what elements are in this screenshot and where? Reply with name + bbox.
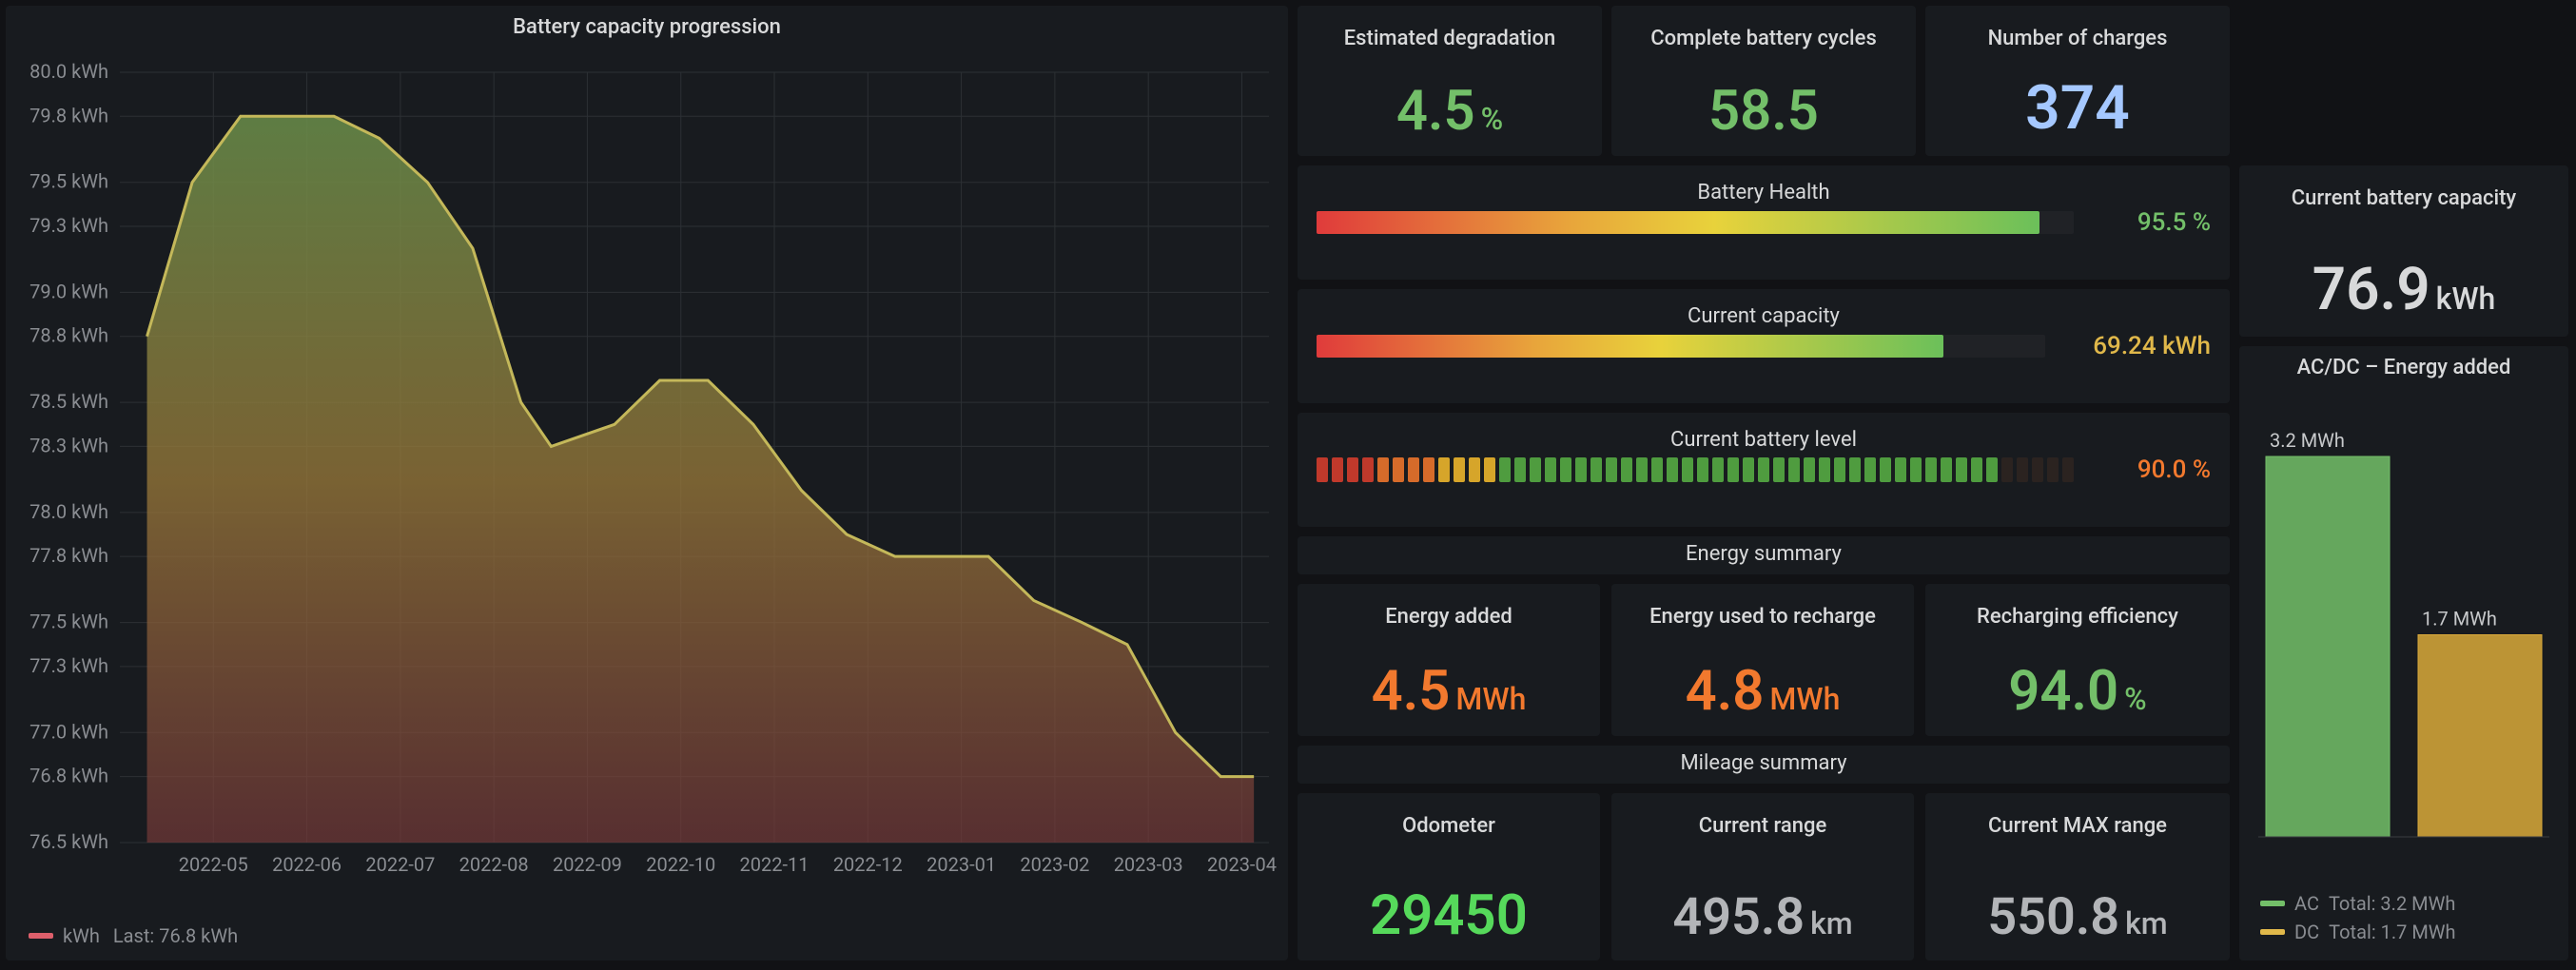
stat-title: Current battery capacity [2292, 177, 2516, 210]
panel-energy-summary-header: Energy summary [1298, 536, 2230, 574]
panel-charges[interactable]: Number of charges 374 [1925, 6, 2230, 156]
legend-swatch [29, 933, 53, 939]
legend-swatch-dc [2260, 929, 2285, 935]
stat-value: 4.5MWh [1372, 664, 1527, 719]
battery-progression-chart: 80.0 kWh 79.8 kWh 79.5 kWh 79.3 kWh 79.0 kWh… [6, 53, 1288, 900]
chart-legend: kWh Last: 76.8 kWh [29, 924, 238, 947]
stat-value: 58.5 [1708, 84, 1819, 139]
svg-text:76.8 kWh: 76.8 kWh [29, 765, 108, 787]
panel-max-range[interactable]: Current MAX range 550.8km [1925, 793, 2230, 960]
svg-text:79.0 kWh: 79.0 kWh [29, 280, 108, 302]
svg-text:78.0 kWh: 78.0 kWh [29, 500, 108, 523]
svg-text:2023-01: 2023-01 [927, 853, 996, 876]
svg-text:2023-02: 2023-02 [1020, 853, 1089, 876]
svg-text:3.2 MWh: 3.2 MWh [2270, 429, 2345, 452]
svg-text:2022-06: 2022-06 [272, 853, 342, 876]
stat-title: Odometer [1402, 805, 1495, 838]
svg-text:2022-12: 2022-12 [833, 853, 903, 876]
stat-title: Complete battery cycles [1650, 17, 1877, 50]
gauge-value: 90.0 % [2097, 456, 2211, 484]
panel-title: AC/DC – Energy added [2239, 346, 2568, 379]
panel-current-range[interactable]: Current range 495.8km [1611, 793, 1914, 960]
gauge-value: 95.5 % [2097, 208, 2211, 237]
svg-text:2022-11: 2022-11 [740, 853, 810, 876]
svg-text:79.5 kWh: 79.5 kWh [29, 170, 108, 193]
gauge-fill [1317, 211, 2039, 234]
dashboard: Battery capacity progression 80.0 kWh 79.… [0, 0, 2576, 970]
svg-text:2022-09: 2022-09 [553, 853, 622, 876]
legend-series-name: kWh [63, 924, 100, 947]
panel-energy-used[interactable]: Energy used to recharge 4.8MWh [1611, 584, 1914, 736]
panel-current-capacity-gauge[interactable]: Current capacity 69.24 kWh [1298, 289, 2230, 403]
svg-text:78.3 kWh: 78.3 kWh [29, 434, 108, 456]
gauge-fill [1317, 335, 1943, 358]
svg-text:2022-05: 2022-05 [179, 853, 248, 876]
panel-battery-health[interactable]: Battery Health 95.5 % [1298, 165, 2230, 280]
section-title: Energy summary [1298, 536, 2230, 570]
stat-value: 29450 [1370, 888, 1528, 943]
panel-cycles[interactable]: Complete battery cycles 58.5 [1611, 6, 1916, 156]
stat-title: Number of charges [1988, 17, 2168, 50]
panel-degradation[interactable]: Estimated degradation 4.5% [1298, 6, 1602, 156]
stat-title: Recharging efficiency [1977, 595, 2178, 629]
panel-current-capacity[interactable]: Current battery capacity 76.9kWh [2239, 165, 2568, 337]
svg-text:78.8 kWh: 78.8 kWh [29, 324, 108, 347]
stat-value: 374 [2025, 78, 2130, 139]
gauge-title: Current capacity [1317, 297, 2211, 332]
svg-text:79.3 kWh: 79.3 kWh [29, 214, 108, 237]
panel-battery-level[interactable]: Current battery level 90.0 % [1298, 413, 2230, 527]
svg-text:2022-08: 2022-08 [459, 853, 529, 876]
svg-text:77.0 kWh: 77.0 kWh [29, 720, 108, 743]
svg-text:77.5 kWh: 77.5 kWh [29, 611, 108, 633]
gauge-track [1317, 211, 2074, 234]
svg-text:2022-10: 2022-10 [646, 853, 715, 876]
stat-title: Current MAX range [1988, 805, 2167, 838]
stat-title: Energy added [1385, 595, 1512, 629]
legend-swatch-ac [2260, 901, 2285, 906]
stat-title: Current range [1699, 805, 1827, 838]
svg-text:2022-07: 2022-07 [365, 853, 435, 876]
section-title: Mileage summary [1298, 746, 2230, 779]
gauge-track [1317, 335, 2045, 358]
stat-value: 495.8km [1672, 892, 1852, 943]
panel-acdc-energy[interactable]: AC/DC – Energy added 3.2 MWh 1.7 MWh AC T… [2239, 346, 2568, 960]
panel-energy-added[interactable]: Energy added 4.5MWh [1298, 584, 1600, 736]
svg-text:76.5 kWh: 76.5 kWh [29, 830, 108, 853]
stat-value: 94.0% [2008, 664, 2146, 719]
gauge-title: Battery Health [1317, 173, 2211, 208]
panel-battery-progression[interactable]: Battery capacity progression 80.0 kWh 79.… [6, 6, 1288, 960]
legend-series-stat: Last: 76.8 kWh [113, 924, 238, 947]
svg-text:77.8 kWh: 77.8 kWh [29, 544, 108, 567]
stat-value: 76.9kWh [2313, 261, 2496, 320]
gauge-value: 69.24 kWh [2068, 332, 2211, 360]
acdc-bar-chart: 3.2 MWh 1.7 MWh [2239, 399, 2568, 856]
gauge-title: Current battery level [1317, 420, 2211, 456]
svg-text:1.7 MWh: 1.7 MWh [2422, 608, 2497, 630]
stat-value: 550.8km [1987, 892, 2167, 943]
svg-text:79.8 kWh: 79.8 kWh [29, 104, 108, 126]
stat-value: 4.5% [1396, 84, 1503, 139]
panel-recharge-efficiency[interactable]: Recharging efficiency 94.0% [1925, 584, 2230, 736]
panel-odometer[interactable]: Odometer 29450 [1298, 793, 1600, 960]
stat-value: 4.8MWh [1686, 664, 1841, 719]
svg-text:80.0 kWh: 80.0 kWh [29, 60, 108, 83]
gauge-segments [1317, 457, 2074, 482]
svg-text:78.5 kWh: 78.5 kWh [29, 390, 108, 413]
svg-text:77.3 kWh: 77.3 kWh [29, 654, 108, 677]
panel-title: Battery capacity progression [6, 6, 1288, 39]
stat-title: Energy used to recharge [1649, 595, 1876, 629]
svg-text:2023-03: 2023-03 [1114, 853, 1183, 876]
acdc-legend: AC Total: 3.2 MWh DC Total: 1.7 MWh [2260, 892, 2557, 943]
panel-mileage-summary-header: Mileage summary [1298, 746, 2230, 784]
stat-title: Estimated degradation [1344, 17, 1556, 50]
svg-text:2023-04: 2023-04 [1207, 853, 1277, 876]
